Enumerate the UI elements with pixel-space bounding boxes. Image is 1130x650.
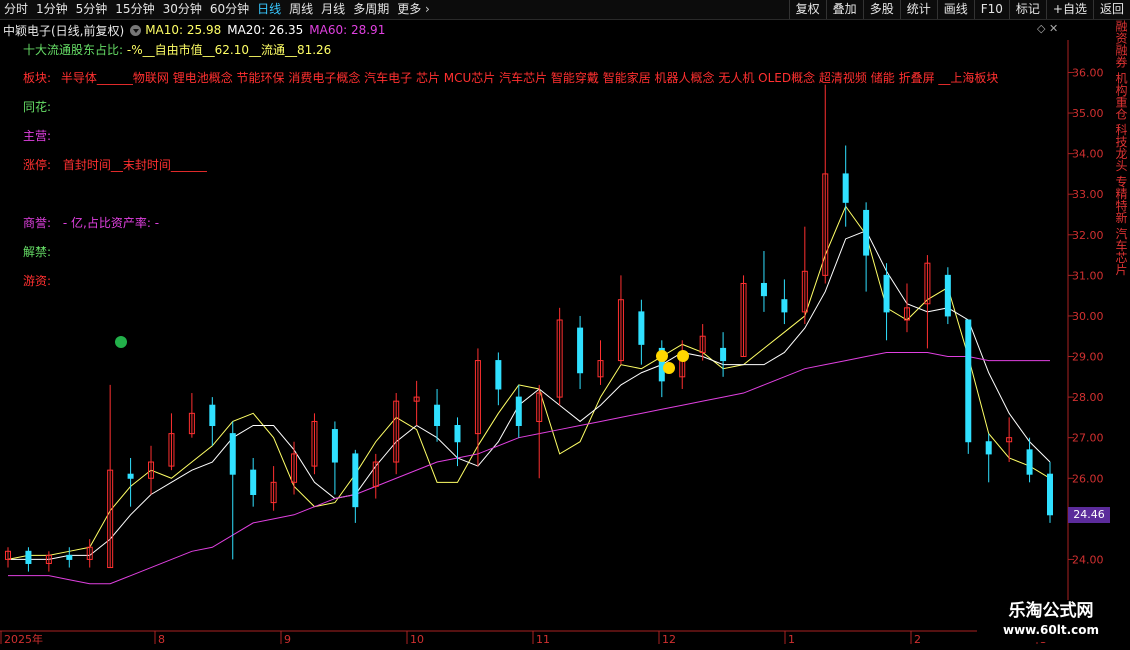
price-tick-label: 30.00 [1072, 310, 1104, 323]
float-holder-line: 十大流通股东占比: -%__自由市值__62.10__流通__81.26 [23, 41, 331, 58]
watermark-url: www.60lt.com [1002, 623, 1100, 637]
price-tick-label: 29.00 [1072, 351, 1104, 364]
side-vertical-text: 融资融券 机构重仓 科技龙头 专精特新 汽车芯片 [1114, 20, 1128, 276]
candle-body [985, 441, 992, 455]
price-axis: 36.00 35.00 34.00 33.00 32.00 31.00 30.00 29.00… [1068, 66, 1104, 566]
sector-label: 板块: [23, 71, 52, 85]
candle-body [209, 404, 216, 427]
sector-value: 半导体______物联网 锂电池概念 节能环保 消费电子概念 汽车电子 芯片 M… [60, 71, 999, 85]
price-tick-label: 32.00 [1072, 229, 1104, 242]
candle-body [1047, 473, 1053, 516]
ma-lines [7, 205, 1051, 585]
limit-up-label: 涨停: [23, 158, 52, 172]
date-tick-label: 12 [662, 633, 676, 646]
candle-body [454, 425, 461, 443]
date-tick-label: 9 [284, 633, 291, 646]
candle-body [760, 282, 767, 297]
date-tick-label: 11 [536, 633, 550, 646]
kline-chart[interactable]: 36.00 35.00 34.00 33.00 32.00 31.00 30.00 29.00… [0, 0, 1130, 650]
smiley-icon [656, 350, 668, 362]
tonghua-label: 同花: [23, 100, 52, 114]
price-tick-label: 34.00 [1072, 148, 1104, 161]
current-price-tag: 24.46 [1068, 507, 1110, 523]
candle-body [638, 311, 645, 345]
candle-body [127, 473, 134, 479]
candle-body [1026, 449, 1033, 475]
price-tick-label: 27.00 [1072, 432, 1104, 445]
unlock-label: 解禁: [23, 245, 52, 259]
float-holder-value: -%__自由市值__62.10__流通__81.26 [126, 43, 332, 57]
price-tick-label: 28.00 [1072, 391, 1104, 404]
price-tick-label: 24.00 [1072, 553, 1104, 566]
candle-body [331, 429, 338, 463]
smiley-icon [677, 350, 689, 362]
date-tick-label: 2 [914, 633, 921, 646]
candle-body [965, 319, 972, 443]
candle-body [250, 469, 257, 495]
price-tick-label: 36.00 [1072, 66, 1104, 79]
date-tick-label: 10 [410, 633, 424, 646]
signal-icon [115, 336, 127, 348]
goodwill-label: 商誉: [23, 216, 52, 230]
candle-body [495, 360, 502, 390]
ma10-line [7, 205, 1051, 560]
candle-body [944, 274, 951, 317]
hot-money-label: 游资: [23, 274, 52, 288]
candle-body [781, 299, 788, 313]
candle-body [66, 554, 73, 560]
candle-body [25, 550, 32, 564]
float-holder-label: 十大流通股东占比: [23, 43, 124, 57]
candle-body [842, 173, 849, 203]
limit-up-line: 涨停: 首封时间__末封时间______ [23, 156, 207, 173]
watermark-logo: 乐淘公式网 www.60lt.com [977, 600, 1125, 642]
watermark-title: 乐淘公式网 [1008, 601, 1094, 621]
price-tick-label: 26.00 [1072, 472, 1104, 485]
candle-body [883, 274, 890, 313]
price-tick-label: 31.00 [1072, 269, 1104, 282]
smiley-icon [663, 362, 675, 374]
candle-body [352, 453, 359, 508]
price-tick-label: 33.00 [1072, 188, 1104, 201]
candle-body [434, 404, 441, 427]
candle-body [515, 396, 522, 427]
date-tick-label: 8 [158, 633, 165, 646]
candle-body [229, 433, 236, 475]
candle-body [720, 347, 727, 362]
date-tick-label: 2025年 [4, 632, 43, 646]
sector-line: 板块: 半导体______物联网 锂电池概念 节能环保 消费电子概念 汽车电子 … [23, 69, 998, 86]
limit-up-value: 首封时间__末封时间______ [62, 158, 207, 172]
price-tick-label: 35.00 [1072, 107, 1104, 120]
date-tick-label: 1 [788, 633, 795, 646]
date-axis: 2025年89101112123 [0, 630, 1068, 646]
candle-body [577, 327, 584, 374]
ma20-line [8, 230, 1051, 560]
zhuying-label: 主营: [23, 129, 52, 143]
goodwill-line: 商誉: - 亿,占比资产率: - [23, 214, 159, 231]
candle-body [863, 209, 870, 256]
goodwill-value: - 亿,占比资产率: - [62, 216, 160, 230]
